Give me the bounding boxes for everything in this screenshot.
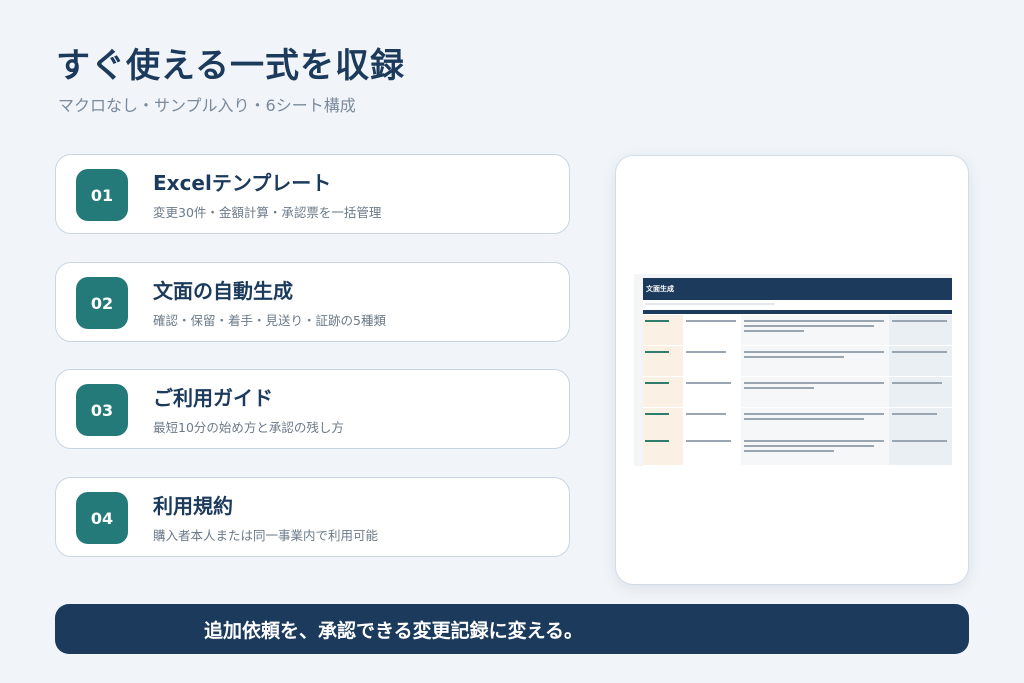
feature-card-terms: 04 利用規約 購入者本人または同一事業内で利用可能 — [55, 477, 570, 557]
card-title: Excelテンプレート — [153, 171, 332, 195]
sheet-note-line — [645, 303, 775, 305]
sheet-title-bar: 文面生成 — [643, 278, 952, 300]
feature-card-usage-guide: 03 ご利用ガイド 最短10分の始め方と承認の残し方 — [55, 369, 570, 449]
card-title: 利用規約 — [153, 494, 233, 518]
sheet-row — [643, 435, 952, 465]
card-description: 変更30件・金額計算・承認票を一括管理 — [153, 205, 382, 220]
spreadsheet-preview: 文面生成 — [615, 155, 969, 585]
number-badge: 02 — [76, 277, 128, 329]
feature-card-excel-template: 01 Excelテンプレート 変更30件・金額計算・承認票を一括管理 — [55, 154, 570, 234]
spreadsheet-image: 文面生成 — [634, 274, 952, 466]
number-badge: 04 — [76, 492, 128, 544]
card-description: 最短10分の始め方と承認の残し方 — [153, 420, 344, 435]
sheet-row — [643, 408, 952, 438]
number-badge: 01 — [76, 169, 128, 221]
sheet-row — [643, 346, 952, 376]
card-title: ご利用ガイド — [153, 386, 273, 410]
banner-text: 追加依頼を、承認できる変更記録に変える。 — [204, 620, 584, 642]
card-title: 文面の自動生成 — [153, 279, 293, 303]
page-title: すぐ使える一式を収録 — [56, 46, 405, 86]
cta-banner: 追加依頼を、承認できる変更記録に変える。 — [55, 604, 969, 654]
number-badge: 03 — [76, 384, 128, 436]
feature-card-text-generation: 02 文面の自動生成 確認・保留・着手・見送り・証跡の5種類 — [55, 262, 570, 342]
sheet-row — [643, 377, 952, 407]
card-description: 購入者本人または同一事業内で利用可能 — [153, 528, 379, 543]
sheet-header-row — [643, 310, 952, 314]
sheet-row — [643, 315, 952, 345]
card-description: 確認・保留・着手・見送り・証跡の5種類 — [153, 313, 386, 328]
page-subtitle: マクロなし・サンプル入り・6シート構成 — [58, 96, 356, 115]
sheet-row-numbers — [634, 278, 643, 466]
